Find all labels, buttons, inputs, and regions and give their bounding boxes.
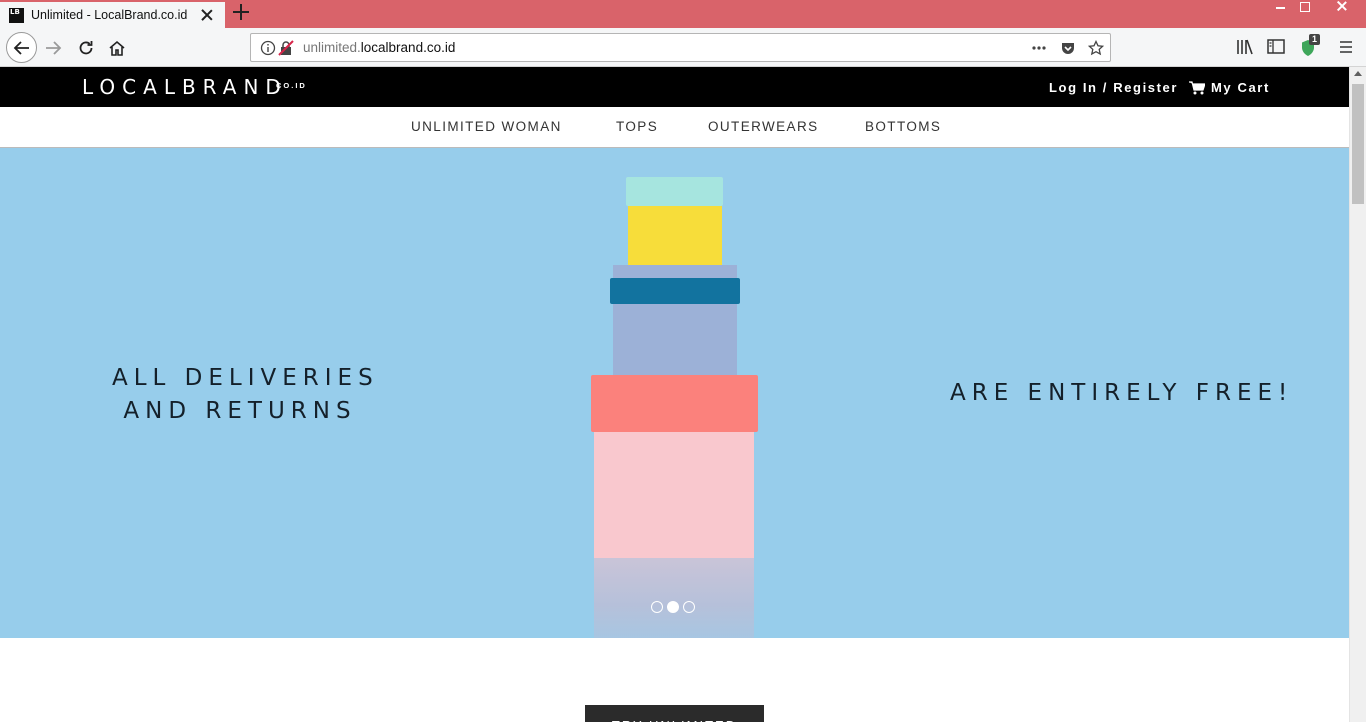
hero-right-text: ARE ENTIRELY FREE!	[950, 380, 1294, 406]
nav-tops[interactable]: TOPS	[616, 119, 658, 134]
web-page: LOCALBRAND CO.ID Log In / Register My Ca…	[0, 67, 1349, 722]
window-close-icon[interactable]	[1322, 0, 1362, 14]
info-icon[interactable]	[260, 40, 276, 56]
insecure-connection-icon[interactable]	[278, 40, 294, 56]
home-button[interactable]	[103, 34, 131, 62]
url-domain: localbrand.co.id	[360, 40, 456, 55]
sidebar-icon[interactable]	[1267, 39, 1285, 55]
carousel-dot-3[interactable]	[683, 601, 695, 613]
carousel-dot-2[interactable]	[667, 601, 679, 613]
category-nav: UNLIMITED WOMAN TOPS OUTERWEARS BOTTOMS	[0, 107, 1349, 148]
cart-icon	[1189, 80, 1205, 94]
carousel-indicators	[651, 601, 695, 613]
login-register-link[interactable]: Log In / Register	[1049, 80, 1178, 95]
hero-left-text: ALL DELIVERIES AND RETURNS	[112, 362, 379, 428]
my-cart-link[interactable]: My Cart	[1189, 80, 1270, 95]
menu-hamburger-icon[interactable]	[1339, 40, 1353, 54]
new-tab-icon[interactable]	[232, 3, 250, 21]
library-icon[interactable]	[1236, 39, 1254, 55]
browser-tab-bar: LB Unlimited - LocalBrand.co.id	[0, 0, 1366, 28]
hero-left-line-2: AND RETURNS	[123, 398, 357, 424]
site-top-bar: LOCALBRAND CO.ID Log In / Register My Ca…	[0, 67, 1349, 107]
back-button[interactable]	[6, 32, 37, 63]
arrow-right-icon	[46, 41, 62, 55]
extension-badge: 1	[1309, 34, 1321, 45]
window-restore-icon[interactable]	[1290, 0, 1320, 14]
tab-close-icon[interactable]	[199, 7, 215, 23]
scroll-up-arrow-icon[interactable]	[1354, 71, 1362, 76]
reload-button[interactable]	[72, 34, 100, 62]
address-bar[interactable]: unlimited.localbrand.co.id	[250, 33, 1111, 62]
site-favicon: LB	[9, 7, 24, 23]
carousel-dot-1[interactable]	[651, 601, 663, 613]
more-actions-icon[interactable]	[1031, 40, 1047, 56]
arrow-left-icon	[13, 40, 29, 55]
reload-icon	[79, 41, 93, 55]
tab-title: Unlimited - LocalBrand.co.id	[31, 8, 188, 22]
site-logo[interactable]: LOCALBRAND	[82, 75, 288, 99]
page-scrollbar[interactable]	[1349, 67, 1366, 722]
scroll-thumb[interactable]	[1352, 84, 1364, 204]
cart-label: My Cart	[1211, 80, 1270, 95]
try-unlimited-button[interactable]: TRY UNLIMITED	[585, 705, 764, 722]
nav-bottoms[interactable]: BOTTOMS	[865, 119, 941, 134]
url-subdomain: unlimited.	[303, 40, 361, 55]
bookmark-star-icon[interactable]	[1088, 40, 1104, 56]
extension-button[interactable]: 1	[1299, 34, 1327, 60]
nav-unlimited-woman[interactable]: UNLIMITED WOMAN	[411, 119, 562, 134]
home-icon	[109, 40, 125, 56]
nav-outerwears[interactable]: OUTERWEARS	[708, 119, 819, 134]
browser-tab[interactable]: LB Unlimited - LocalBrand.co.id	[0, 0, 225, 28]
hero-left-line-1: ALL DELIVERIES	[112, 365, 379, 391]
pocket-icon[interactable]	[1060, 40, 1076, 56]
forward-button[interactable]	[39, 34, 67, 62]
site-logo-suffix: CO.ID	[276, 81, 307, 90]
hero-banner[interactable]: ALL DELIVERIES AND RETURNS ARE ENTIRELY …	[0, 148, 1349, 638]
browser-toolbar: unlimited.localbrand.co.id 1	[0, 28, 1366, 67]
url-text[interactable]: unlimited.localbrand.co.id	[303, 40, 455, 55]
